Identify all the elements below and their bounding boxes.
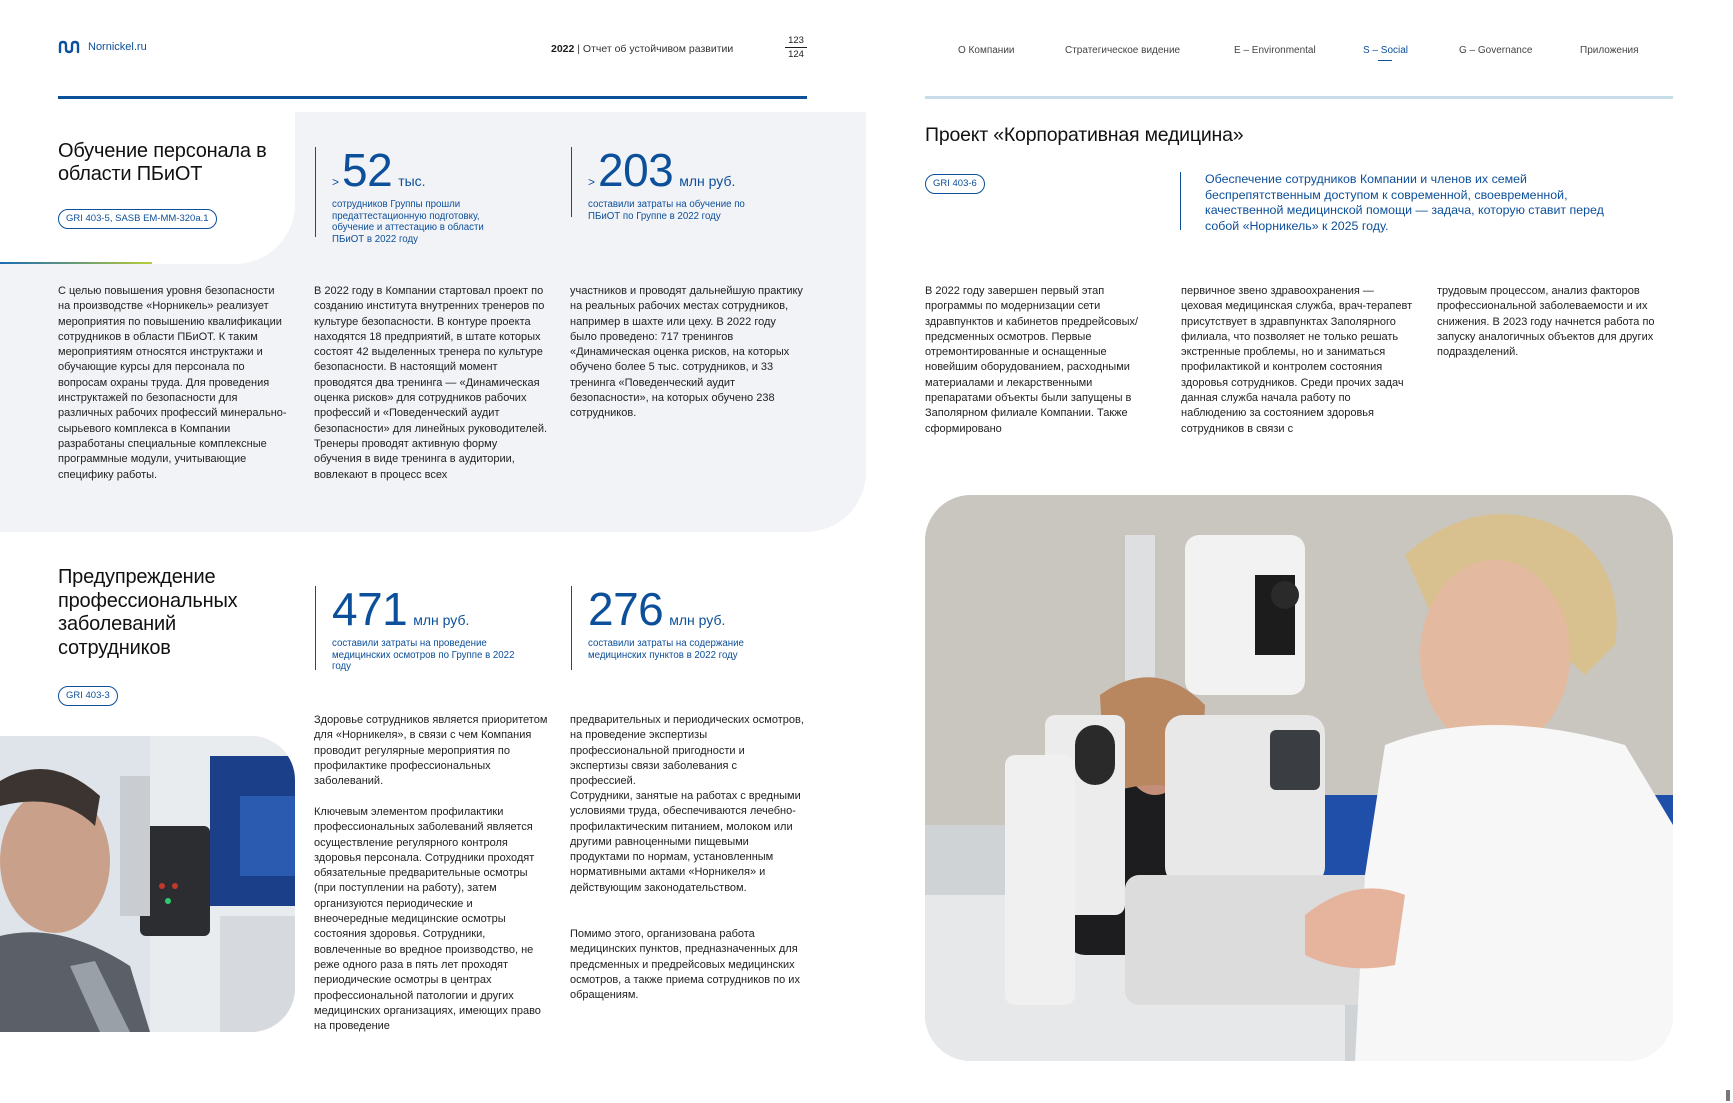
training-text-col3: участников и проводят дальнейшую практик… (570, 285, 803, 420)
nav-item-environmental[interactable]: E – Environmental (1234, 45, 1316, 56)
nav-item-about[interactable]: О Компании (958, 45, 1015, 56)
prevention-text-col2-p3: Помимо этого, организована работа медици… (570, 928, 800, 1002)
training-text-col2: В 2022 году в Компании стартовал проект … (314, 285, 548, 481)
header-rule-left (58, 96, 807, 99)
eye-exam-photo (925, 495, 1673, 1061)
nav-item-appendices[interactable]: Приложения (1580, 45, 1639, 56)
nav-item-governance[interactable]: G – Governance (1459, 45, 1532, 56)
stat-value: 52 (342, 144, 393, 196)
medicine-text-col1: В 2022 году завершен первый этап програм… (925, 285, 1139, 435)
corner-mark (1726, 1090, 1730, 1101)
training-text-col1: С целью повышения уровня безопасности на… (58, 285, 287, 481)
stat-prefix: > (588, 175, 596, 189)
header-rule-right (925, 96, 1673, 99)
training-stat-costs: > 203 млн руб. составили затраты на обуч… (571, 144, 771, 222)
training-stat-employees: > 52 тыс. сотрудников Группы прошли пред… (315, 144, 515, 245)
medicine-text-col2: первичное звено здравоохранения — цехова… (1181, 285, 1413, 435)
eye-exam-photo-image (925, 495, 1673, 1061)
report-year: 2022 (551, 43, 575, 55)
medicine-quote-text: Обеспечение сотрудников Компании и члено… (1205, 172, 1604, 233)
stat-caption: составили затраты на обучение по ПБиОТ п… (588, 199, 745, 222)
prevention-gri-tag: GRI 403-3 (58, 686, 118, 706)
site-logo[interactable]: Nornickel.ru (58, 40, 147, 54)
prevention-stat-medpoints: 276 млн руб. составили затраты на содерж… (571, 586, 771, 670)
training-gri-tag: GRI 403-5, SASB EM-MM-320a.1 (58, 209, 217, 229)
medicine-title: Проект «Корпоративная медицина» (925, 124, 1244, 146)
prevention-text-col1-p1: Здоровье сотрудников является приоритето… (314, 714, 548, 788)
site-link[interactable]: Nornickel.ru (88, 41, 147, 53)
stat-unit: млн руб. (669, 612, 726, 628)
stat-unit: млн руб. (413, 612, 470, 628)
stat-value: 203 (598, 144, 674, 196)
prevention-title: Предупреждение профессиональных заболева… (58, 566, 238, 659)
training-title-panel (0, 112, 295, 264)
nornickel-logo-icon (58, 40, 80, 54)
medicine-gri-tag: GRI 403-6 (925, 174, 985, 194)
stat-value: 471 (332, 583, 408, 635)
prevention-text-col1-p2: Ключевым элементом профилактики професси… (314, 806, 541, 1033)
stat-caption: составили затраты на содержание медицинс… (588, 638, 744, 661)
stat-caption: составили затраты на проведение медицинс… (332, 638, 515, 672)
nav-active-indicator (1378, 60, 1392, 61)
prevention-stat-exams: 471 млн руб. составили затраты на провед… (315, 583, 515, 672)
training-title: Обучение персонала в области ПБиОТ (58, 140, 267, 185)
prevention-text-col2-p2: Сотрудники, занятые на работах с вредным… (570, 790, 801, 894)
worker-photo (0, 736, 295, 1032)
stat-caption: сотрудников Группы прошли предаттестацио… (332, 199, 484, 245)
stat-prefix: > (332, 175, 340, 189)
nav-item-social[interactable]: S – Social (1363, 45, 1408, 56)
page-numbers: 123 124 (785, 34, 807, 61)
worker-photo-image (0, 736, 295, 1032)
stat-unit: млн руб. (679, 173, 736, 189)
nav-item-strategy[interactable]: Стратегическое видение (1065, 45, 1180, 56)
report-name: Отчет об устойчивом развитии (582, 43, 734, 55)
page-number-left: 123 (788, 35, 804, 46)
medicine-quote: Обеспечение сотрудников Компании и члено… (1180, 172, 1610, 233)
stat-unit: тыс. (398, 173, 426, 189)
stat-value: 276 (588, 583, 664, 635)
prevention-text-col2-p1: предварительных и периодических осмотров… (570, 714, 804, 788)
page-number-right: 124 (788, 49, 804, 60)
medicine-text-col3: трудовым процессом, анализ факторов проф… (1437, 285, 1655, 359)
accent-line (0, 262, 152, 264)
report-title: 2022 | Отчет об устойчивом развитии (551, 43, 734, 55)
